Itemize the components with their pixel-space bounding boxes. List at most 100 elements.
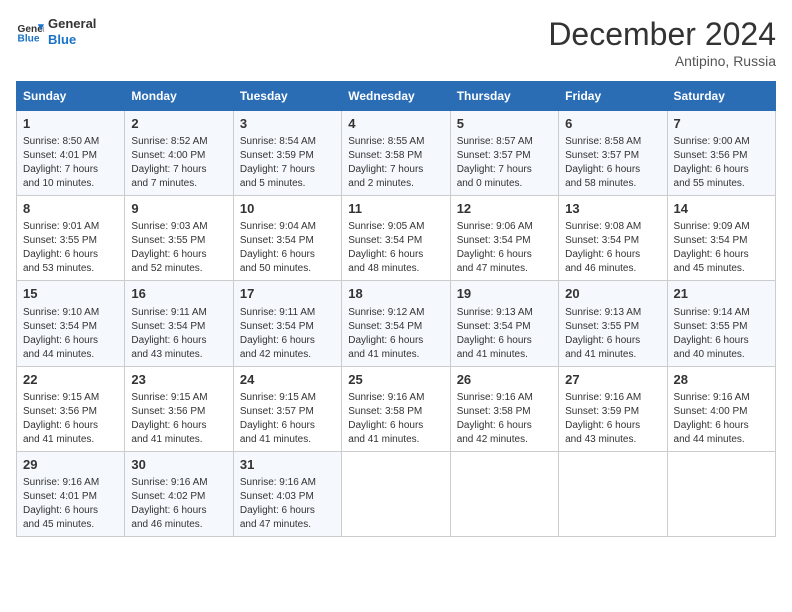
day-cell: 26Sunrise: 9:16 AM Sunset: 3:58 PM Dayli… xyxy=(450,366,558,451)
day-cell: 3 Sunrise: 8:54 AM Sunset: 3:59 PM Daylig… xyxy=(233,111,341,196)
day-detail: Sunrise: 9:06 AM Sunset: 3:54 PM Dayligh… xyxy=(457,220,552,276)
day-cell: 9Sunrise: 9:03 AM Sunset: 3:55 PM Daylig… xyxy=(125,196,233,281)
day-number: 6 xyxy=(565,115,660,133)
day-detail: Sunrise: 8:57 AM Sunset: 3:57 PM Dayligh… xyxy=(457,135,552,191)
day-number: 12 xyxy=(457,200,552,218)
day-cell: 23 Sunrise: 9:15 AM Sunset: 3:56 PM Dayli… xyxy=(125,366,233,451)
day-number: 16 xyxy=(131,285,226,303)
day-number: 15 xyxy=(23,285,118,303)
day-detail: Sunrise: 9:16 AM Sunset: 4:00 PM Dayligh… xyxy=(674,391,769,447)
day-number: 17 xyxy=(240,285,335,303)
day-detail: Sunrise: 9:00 AM Sunset: 3:56 PM Dayligh… xyxy=(674,135,769,191)
day-cell: 27 Sunrise: 9:16 AM Sunset: 3:59 PM Dayli… xyxy=(559,366,667,451)
day-cell: 21 Sunrise: 9:14 AM Sunset: 3:55 PM Dayli… xyxy=(667,281,775,366)
day-cell xyxy=(559,451,667,536)
day-number: 30 xyxy=(131,456,226,474)
day-detail: Sunrise: 9:15 AM Sunset: 3:56 PM Dayligh… xyxy=(131,391,226,447)
day-number: 5 xyxy=(457,115,552,133)
day-detail: Sunrise: 8:50 AM Sunset: 4:01 PM Dayligh… xyxy=(23,135,118,191)
location: Antipino, Russia xyxy=(548,53,776,69)
day-detail: Sunrise: 9:10 AM Sunset: 3:54 PM Dayligh… xyxy=(23,306,118,362)
day-number: 13 xyxy=(565,200,660,218)
title-block: December 2024 Antipino, Russia xyxy=(548,16,776,69)
day-detail: Sunrise: 8:52 AM Sunset: 4:00 PM Dayligh… xyxy=(131,135,226,191)
day-number: 7 xyxy=(674,115,769,133)
logo-general: General xyxy=(48,16,96,32)
day-cell: 4 Sunrise: 8:55 AM Sunset: 3:58 PM Daylig… xyxy=(342,111,450,196)
day-number: 20 xyxy=(565,285,660,303)
day-detail: Sunrise: 9:13 AM Sunset: 3:55 PM Dayligh… xyxy=(565,306,660,362)
day-number: 4 xyxy=(348,115,443,133)
day-cell: 10Sunrise: 9:04 AM Sunset: 3:54 PM Dayli… xyxy=(233,196,341,281)
day-number: 1 xyxy=(23,115,118,133)
day-number: 21 xyxy=(674,285,769,303)
day-number: 23 xyxy=(131,371,226,389)
day-detail: Sunrise: 9:05 AM Sunset: 3:54 PM Dayligh… xyxy=(348,220,443,276)
day-cell: 15 Sunrise: 9:10 AM Sunset: 3:54 PM Dayli… xyxy=(17,281,125,366)
day-detail: Sunrise: 9:09 AM Sunset: 3:54 PM Dayligh… xyxy=(674,220,769,276)
logo: General Blue General Blue xyxy=(16,16,96,47)
day-cell: 22Sunrise: 9:15 AM Sunset: 3:56 PM Dayli… xyxy=(17,366,125,451)
logo-blue: Blue xyxy=(48,32,96,48)
day-number: 11 xyxy=(348,200,443,218)
weekday-header-tuesday: Tuesday xyxy=(233,82,341,111)
day-number: 25 xyxy=(348,371,443,389)
day-number: 19 xyxy=(457,285,552,303)
week-row-5: 29 Sunrise: 9:16 AM Sunset: 4:01 PM Dayli… xyxy=(17,451,776,536)
day-number: 2 xyxy=(131,115,226,133)
day-cell: 20 Sunrise: 9:13 AM Sunset: 3:55 PM Dayli… xyxy=(559,281,667,366)
calendar-table: SundayMondayTuesdayWednesdayThursdayFrid… xyxy=(16,81,776,537)
day-detail: Sunrise: 8:55 AM Sunset: 3:58 PM Dayligh… xyxy=(348,135,443,191)
day-cell: 31Sunrise: 9:16 AM Sunset: 4:03 PM Dayli… xyxy=(233,451,341,536)
day-cell: 24 Sunrise: 9:15 AM Sunset: 3:57 PM Dayli… xyxy=(233,366,341,451)
day-detail: Sunrise: 9:03 AM Sunset: 3:55 PM Dayligh… xyxy=(131,220,226,276)
day-cell: 28 Sunrise: 9:16 AM Sunset: 4:00 PM Dayli… xyxy=(667,366,775,451)
day-cell: 25 Sunrise: 9:16 AM Sunset: 3:58 PM Dayli… xyxy=(342,366,450,451)
weekday-header-wednesday: Wednesday xyxy=(342,82,450,111)
day-cell: 29 Sunrise: 9:16 AM Sunset: 4:01 PM Dayli… xyxy=(17,451,125,536)
day-detail: Sunrise: 9:16 AM Sunset: 3:59 PM Dayligh… xyxy=(565,391,660,447)
day-detail: Sunrise: 9:12 AM Sunset: 3:54 PM Dayligh… xyxy=(348,306,443,362)
day-detail: Sunrise: 9:16 AM Sunset: 4:01 PM Dayligh… xyxy=(23,476,118,532)
day-cell: 16 Sunrise: 9:11 AM Sunset: 3:54 PM Dayli… xyxy=(125,281,233,366)
day-cell: 30 Sunrise: 9:16 AM Sunset: 4:02 PM Dayli… xyxy=(125,451,233,536)
day-cell: 1 Sunrise: 8:50 AM Sunset: 4:01 PM Daylig… xyxy=(17,111,125,196)
svg-text:Blue: Blue xyxy=(18,33,40,44)
day-cell: 13Sunrise: 9:08 AM Sunset: 3:54 PM Dayli… xyxy=(559,196,667,281)
day-cell: 12 Sunrise: 9:06 AM Sunset: 3:54 PM Dayli… xyxy=(450,196,558,281)
day-number: 14 xyxy=(674,200,769,218)
day-cell: 19 Sunrise: 9:13 AM Sunset: 3:54 PM Dayli… xyxy=(450,281,558,366)
day-cell: 14 Sunrise: 9:09 AM Sunset: 3:54 PM Dayli… xyxy=(667,196,775,281)
day-detail: Sunrise: 9:16 AM Sunset: 3:58 PM Dayligh… xyxy=(348,391,443,447)
day-detail: Sunrise: 9:13 AM Sunset: 3:54 PM Dayligh… xyxy=(457,306,552,362)
weekday-header-friday: Friday xyxy=(559,82,667,111)
logo-icon: General Blue xyxy=(16,18,44,46)
day-cell: 5 Sunrise: 8:57 AM Sunset: 3:57 PM Daylig… xyxy=(450,111,558,196)
day-number: 31 xyxy=(240,456,335,474)
weekday-header-monday: Monday xyxy=(125,82,233,111)
day-number: 29 xyxy=(23,456,118,474)
day-number: 8 xyxy=(23,200,118,218)
day-detail: Sunrise: 9:11 AM Sunset: 3:54 PM Dayligh… xyxy=(240,306,335,362)
day-detail: Sunrise: 9:15 AM Sunset: 3:57 PM Dayligh… xyxy=(240,391,335,447)
day-number: 24 xyxy=(240,371,335,389)
day-cell: 8 Sunrise: 9:01 AM Sunset: 3:55 PM Daylig… xyxy=(17,196,125,281)
day-cell: 2 Sunrise: 8:52 AM Sunset: 4:00 PM Daylig… xyxy=(125,111,233,196)
day-detail: Sunrise: 9:16 AM Sunset: 4:02 PM Dayligh… xyxy=(131,476,226,532)
day-detail: Sunrise: 9:14 AM Sunset: 3:55 PM Dayligh… xyxy=(674,306,769,362)
day-detail: Sunrise: 9:11 AM Sunset: 3:54 PM Dayligh… xyxy=(131,306,226,362)
day-cell: 7 Sunrise: 9:00 AM Sunset: 3:56 PM Daylig… xyxy=(667,111,775,196)
day-cell: 11 Sunrise: 9:05 AM Sunset: 3:54 PM Dayli… xyxy=(342,196,450,281)
day-number: 3 xyxy=(240,115,335,133)
day-detail: Sunrise: 9:01 AM Sunset: 3:55 PM Dayligh… xyxy=(23,220,118,276)
day-cell xyxy=(667,451,775,536)
day-number: 28 xyxy=(674,371,769,389)
day-detail: Sunrise: 9:16 AM Sunset: 3:58 PM Dayligh… xyxy=(457,391,552,447)
day-detail: Sunrise: 8:54 AM Sunset: 3:59 PM Dayligh… xyxy=(240,135,335,191)
day-number: 27 xyxy=(565,371,660,389)
weekday-header-sunday: Sunday xyxy=(17,82,125,111)
month-title: December 2024 xyxy=(548,16,776,53)
day-detail: Sunrise: 8:58 AM Sunset: 3:57 PM Dayligh… xyxy=(565,135,660,191)
week-row-3: 15 Sunrise: 9:10 AM Sunset: 3:54 PM Dayli… xyxy=(17,281,776,366)
weekday-header-thursday: Thursday xyxy=(450,82,558,111)
